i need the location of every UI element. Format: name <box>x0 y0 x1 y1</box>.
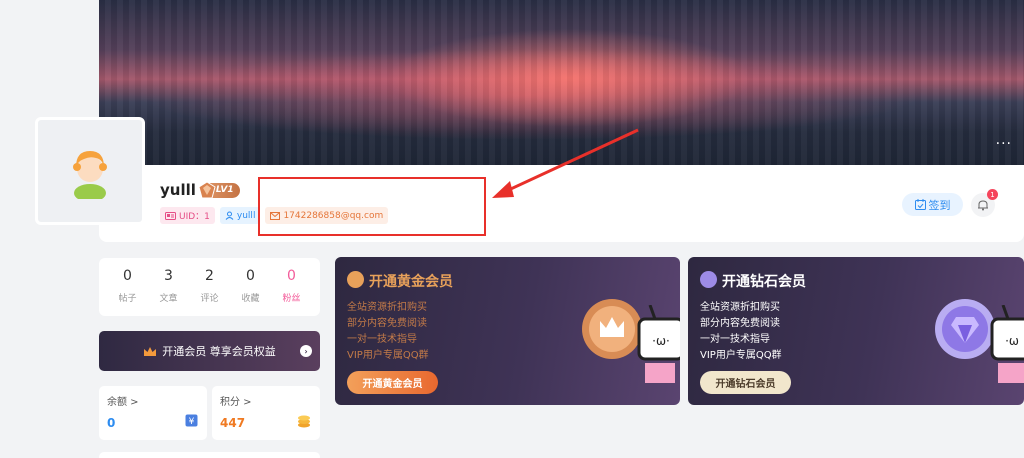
stat-value: 0 <box>246 268 255 284</box>
balance-card[interactable]: 余额 > 0 ¥ <box>99 386 207 440</box>
avatar[interactable] <box>35 117 145 225</box>
vip-bar-label: 开通会员 尊享会员权益 <box>162 345 276 358</box>
stat-favorites[interactable]: 0 收藏 <box>231 268 271 316</box>
annotation-highlight-box <box>258 177 486 236</box>
wallet-icon: ¥ <box>185 414 198 427</box>
diamond-vip-card: 开通钻石会员 全站资源折扣购买 部分内容免费阅读 一对一技术指导 VIP用户专属… <box>688 257 1024 405</box>
diamond-vip-title: 开通钻石会员 <box>722 274 806 290</box>
open-gold-vip-button[interactable]: 开通黄金会员 <box>347 371 438 394</box>
svg-text:¥: ¥ <box>189 417 195 427</box>
stats-panel: 0 帖子 3 文章 2 评论 0 收藏 0 粉丝 <box>99 258 320 316</box>
open-diamond-vip-button[interactable]: 开通钻石会员 <box>700 371 791 394</box>
balance-value: 0 <box>107 416 116 430</box>
perk-item: 一对一技术指导 <box>347 334 417 345</box>
stat-label: 文章 <box>159 294 178 304</box>
perk-item: VIP用户专属QQ群 <box>700 350 782 361</box>
chevron-right-icon: › <box>300 345 312 357</box>
gold-perks-list: 全站资源折扣购买 部分内容免费阅读 一对一技术指导 VIP用户专属QQ群 <box>347 300 429 364</box>
uid-tag: UID：1 <box>160 207 215 224</box>
svg-text:·ω: ·ω <box>1005 334 1019 348</box>
crown-icon <box>144 346 157 356</box>
balance-label: 余额 > <box>107 397 139 408</box>
user-tag: yulll <box>219 207 261 224</box>
perk-item: VIP用户专属QQ群 <box>347 350 429 361</box>
gold-crown-icon <box>347 271 364 288</box>
signin-label: 签到 <box>928 198 951 212</box>
username-row: yulll LV1 <box>160 180 240 199</box>
calendar-check-icon <box>914 199 926 210</box>
more-menu-icon[interactable]: ··· <box>996 136 1012 152</box>
next-panel <box>99 452 320 458</box>
gold-vip-title: 开通黄金会员 <box>369 274 453 290</box>
points-label: 积分 > <box>220 397 252 408</box>
username[interactable]: yulll <box>160 181 196 199</box>
stat-fans[interactable]: 0 粉丝 <box>272 268 312 316</box>
stat-value: 2 <box>205 268 214 284</box>
diamond-icon <box>700 271 717 288</box>
perk-item: 全站资源折扣购买 <box>347 302 427 313</box>
user-text: yulll <box>236 210 256 221</box>
signin-button[interactable]: 签到 <box>902 193 963 216</box>
mascot-illustration: ·ω <box>990 305 1024 383</box>
coins-icon <box>298 415 310 428</box>
avatar-illustration <box>73 151 107 199</box>
stat-comments[interactable]: 2 评论 <box>190 268 230 316</box>
points-value: 447 <box>220 416 246 430</box>
perk-item: 全站资源折扣购买 <box>700 302 780 313</box>
stat-posts[interactable]: 0 帖子 <box>108 268 148 316</box>
vip-promo-bar[interactable]: 开通会员 尊享会员权益 › <box>99 331 320 371</box>
bell-icon <box>978 200 988 211</box>
stat-label: 粉丝 <box>282 294 301 304</box>
perk-item: 部分内容免费阅读 <box>347 318 427 329</box>
level-text: LV1 <box>215 185 234 195</box>
notification-badge: 1 <box>987 189 998 200</box>
stat-articles[interactable]: 3 文章 <box>149 268 189 316</box>
level-gem-icon <box>198 180 216 198</box>
stat-label: 帖子 <box>118 294 137 304</box>
annotation-arrow-icon <box>492 128 639 198</box>
stat-label: 评论 <box>200 294 219 304</box>
id-card-icon <box>165 211 176 220</box>
mascot-illustration: ·ω· <box>637 305 680 383</box>
diamond-perks-list: 全站资源折扣购买 部分内容免费阅读 一对一技术指导 VIP用户专属QQ群 <box>700 300 782 364</box>
stat-value: 0 <box>123 268 132 284</box>
points-card[interactable]: 积分 > 447 <box>212 386 320 440</box>
stat-value: 3 <box>164 268 173 284</box>
svg-text:·ω·: ·ω· <box>652 334 670 348</box>
user-icon <box>225 211 234 220</box>
stat-value: 0 <box>287 268 296 284</box>
level-badge: LV1 <box>198 180 240 198</box>
gold-vip-card: 开通黄金会员 全站资源折扣购买 部分内容免费阅读 一对一技术指导 VIP用户专属… <box>335 257 680 405</box>
profile-card: ··· <box>99 0 1024 242</box>
uid-text: UID：1 <box>179 212 210 222</box>
perk-item: 一对一技术指导 <box>700 334 770 345</box>
stat-label: 收藏 <box>241 294 260 304</box>
perk-item: 部分内容免费阅读 <box>700 318 780 329</box>
